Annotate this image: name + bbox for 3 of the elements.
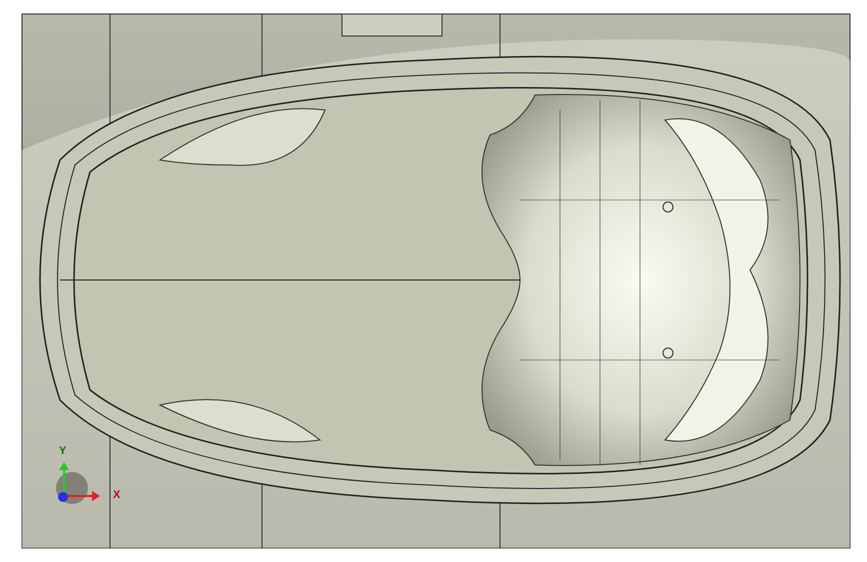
- y-axis-label: Y: [59, 445, 66, 457]
- axis-triad-drawing: [56, 462, 100, 504]
- x-axis-label: X: [113, 489, 120, 501]
